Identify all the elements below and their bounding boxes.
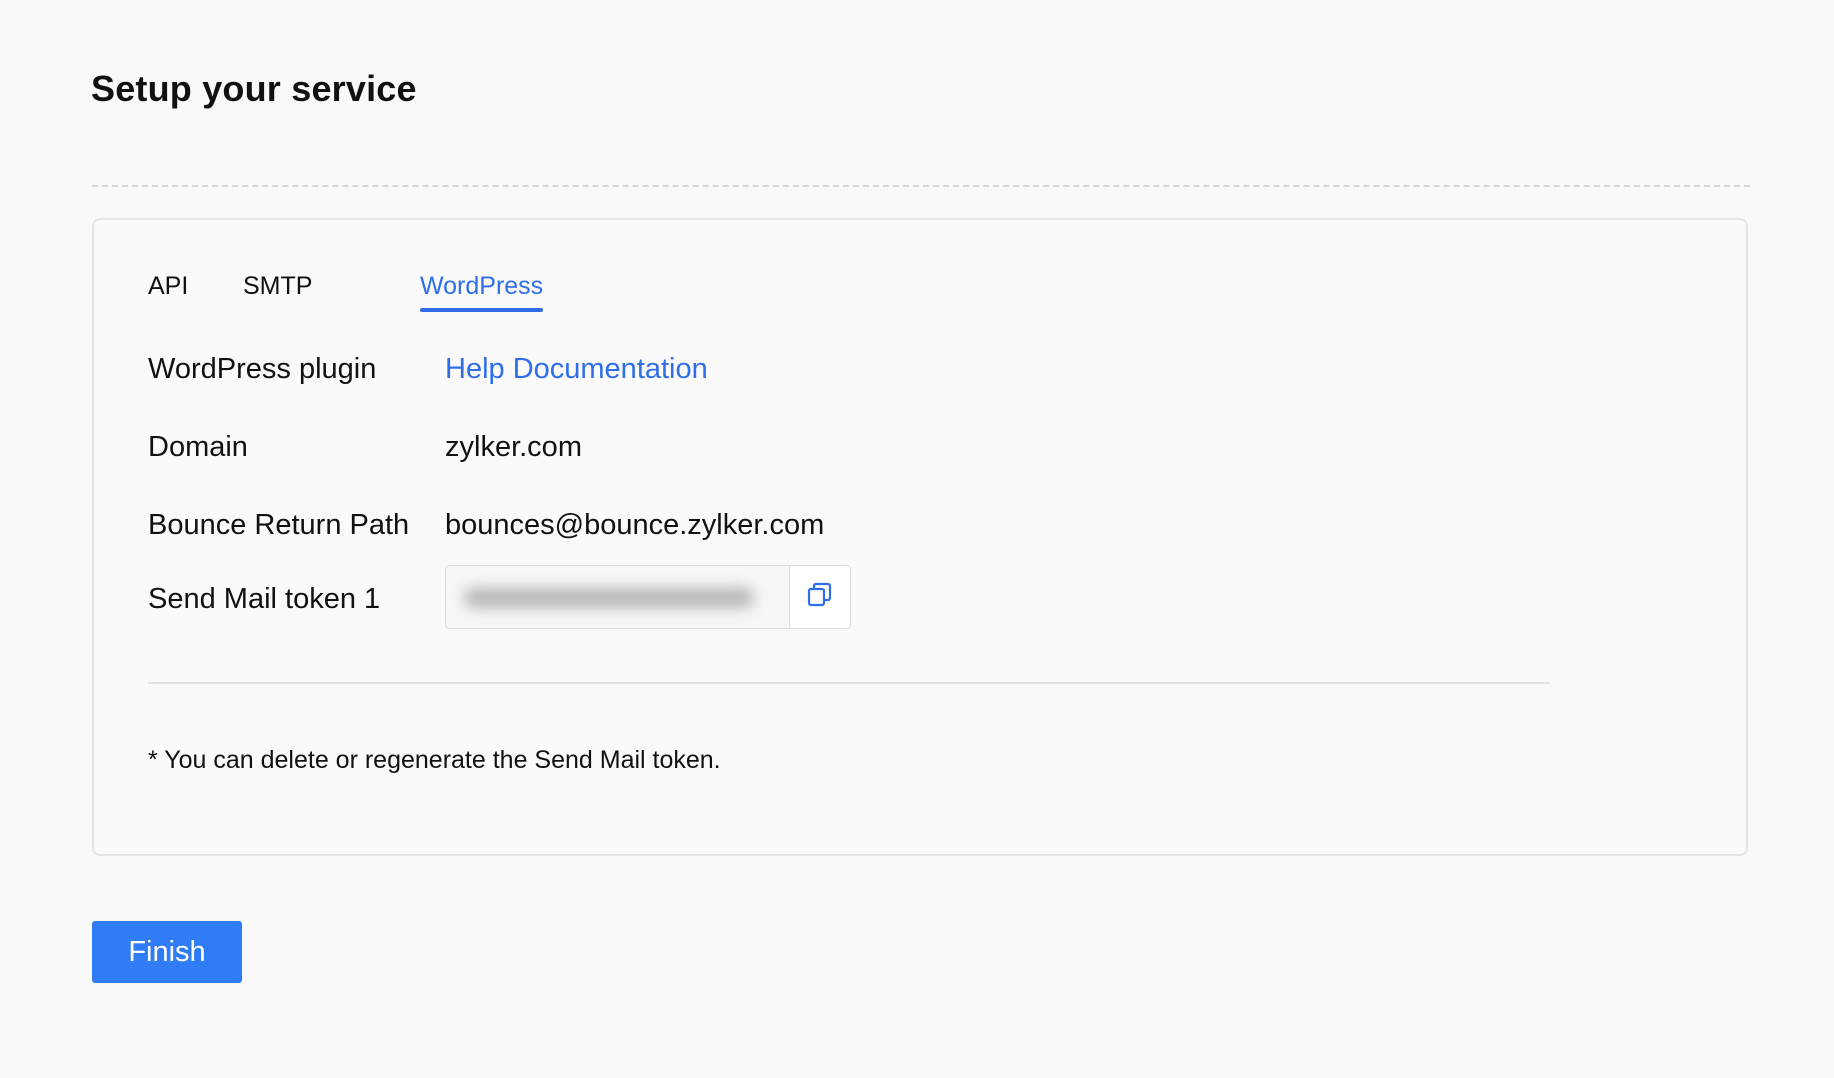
- tab-api[interactable]: API: [148, 272, 188, 312]
- copy-icon: [806, 581, 834, 614]
- bounce-path-value: bounces@bounce.zylker.com: [445, 509, 825, 541]
- header-divider: [92, 185, 1750, 187]
- bounce-path-label: Bounce Return Path: [148, 509, 410, 541]
- domain-value: zylker.com: [445, 431, 582, 463]
- help-documentation-link[interactable]: Help Documentation: [445, 353, 708, 386]
- setup-service-page: Setup your service API SMTP WordPress Wo…: [0, 0, 1834, 1078]
- token-value-masked: [464, 588, 754, 608]
- finish-button[interactable]: Finish: [92, 921, 242, 983]
- tab-smtp[interactable]: SMTP: [243, 272, 312, 312]
- bounce-path-row: Bounce Return Path bounces@bounce.zylker…: [148, 509, 1548, 549]
- domain-row: Domain zylker.com: [148, 431, 1548, 471]
- section-divider: [148, 682, 1550, 684]
- send-mail-token-field[interactable]: [445, 565, 851, 629]
- plugin-row: WordPress plugin Help Documentation: [148, 353, 1548, 393]
- send-mail-token-row: Send Mail token 1: [148, 565, 1548, 629]
- service-config-card: API SMTP WordPress WordPress plugin Help…: [92, 218, 1748, 856]
- tab-wordpress[interactable]: WordPress: [420, 272, 544, 312]
- plugin-label: WordPress plugin: [148, 353, 377, 385]
- page-title: Setup your service: [91, 68, 417, 109]
- domain-label: Domain: [148, 431, 248, 463]
- token-note: * You can delete or regenerate the Send …: [148, 746, 721, 774]
- copy-token-button[interactable]: [789, 566, 850, 628]
- send-mail-token-label: Send Mail token 1: [148, 583, 381, 615]
